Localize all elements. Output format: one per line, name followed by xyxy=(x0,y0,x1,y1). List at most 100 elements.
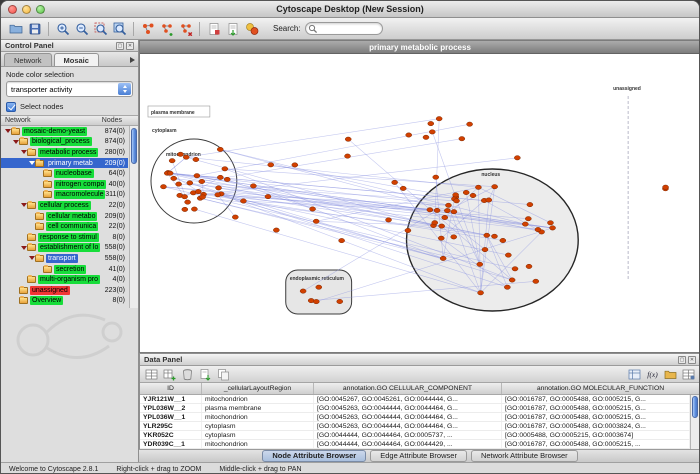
network-node[interactable] xyxy=(193,157,199,161)
network-node[interactable] xyxy=(268,163,274,167)
close-window-button[interactable] xyxy=(8,5,17,14)
network-node[interactable] xyxy=(200,195,206,199)
column-header[interactable]: _cellularLayoutRegion xyxy=(202,383,314,394)
tab-scroll-arrow-icon[interactable] xyxy=(130,57,135,63)
delete-attribute-button[interactable] xyxy=(180,367,195,381)
network-node[interactable] xyxy=(500,238,506,242)
tree-expand-arrow-icon[interactable] xyxy=(20,203,27,207)
network-node[interactable] xyxy=(345,137,351,141)
network-node[interactable] xyxy=(160,185,166,189)
copy-attributes-button[interactable] xyxy=(216,367,231,381)
network-node[interactable] xyxy=(527,202,533,206)
import-attributes-button[interactable] xyxy=(198,367,213,381)
network-node[interactable] xyxy=(194,174,200,178)
network-node[interactable] xyxy=(451,235,457,239)
network-node[interactable] xyxy=(470,193,476,197)
network-node[interactable] xyxy=(169,159,175,163)
vizmapper-button[interactable] xyxy=(242,20,261,38)
close-panel-icon[interactable]: ✕ xyxy=(126,42,134,50)
destroy-network-button[interactable] xyxy=(176,20,195,38)
table-row[interactable]: YJR121W__1mitochondrion[GO:0045267, GO:0… xyxy=(140,395,690,404)
zoom-in-button[interactable] xyxy=(53,20,72,38)
network-node[interactable] xyxy=(337,299,343,303)
network-node[interactable] xyxy=(535,227,541,231)
network-node[interactable] xyxy=(475,185,481,189)
tree-scrollbar-thumb[interactable] xyxy=(131,128,137,164)
tree-expand-arrow-icon[interactable] xyxy=(4,129,11,133)
table-row[interactable]: YKR052Ccytoplasm[GO:0044444, GO:0044464,… xyxy=(140,431,690,440)
network-node[interactable] xyxy=(484,233,490,237)
network-node[interactable] xyxy=(400,186,406,190)
network-node[interactable] xyxy=(454,199,460,203)
network-node[interactable] xyxy=(486,198,492,202)
tree-expand-arrow-icon[interactable] xyxy=(20,246,27,250)
network-node[interactable] xyxy=(482,247,488,251)
network-node[interactable] xyxy=(463,190,469,194)
network-node[interactable] xyxy=(273,228,279,232)
tab-edge-attribute-browser[interactable]: Edge Attribute Browser xyxy=(370,450,467,462)
formula-builder-button[interactable]: f(x) xyxy=(645,367,660,381)
tree-row[interactable]: unassigned223(0) xyxy=(1,285,128,296)
float-panel-icon[interactable]: ▢ xyxy=(678,356,686,364)
network-node[interactable] xyxy=(547,221,553,225)
annotation-button-1[interactable] xyxy=(204,20,223,38)
select-nodes-checkbox[interactable] xyxy=(6,102,16,112)
network-node[interactable] xyxy=(477,262,483,266)
column-header[interactable]: annotation.GO MOLECULAR_FUNCTION xyxy=(502,383,700,394)
select-attributes-button[interactable] xyxy=(144,367,159,381)
tree-row[interactable]: cellular process22(0) xyxy=(1,200,128,211)
network-node[interactable] xyxy=(663,185,669,189)
zoom-selected-region-button[interactable] xyxy=(91,20,110,38)
network-node[interactable] xyxy=(526,264,532,268)
network-node[interactable] xyxy=(438,236,444,240)
float-panel-icon[interactable]: ▢ xyxy=(116,42,124,50)
network-node[interactable] xyxy=(217,175,223,179)
network-node[interactable] xyxy=(434,208,440,212)
tab-network-attribute-browser[interactable]: Network Attribute Browser xyxy=(471,450,578,462)
network-node[interactable] xyxy=(300,289,306,293)
network-node[interactable] xyxy=(453,193,459,197)
tree-row[interactable]: primary metab209(0) xyxy=(1,158,128,169)
new-network-from-selection-button[interactable] xyxy=(157,20,176,38)
network-node[interactable] xyxy=(187,181,193,185)
column-header[interactable]: ID xyxy=(140,383,202,394)
zoom-window-button[interactable] xyxy=(36,5,45,14)
network-node[interactable] xyxy=(522,222,528,226)
tab-mosaic[interactable]: Mosaic xyxy=(54,53,99,66)
network-node[interactable] xyxy=(444,208,450,212)
network-canvas[interactable]: plasma membrane cytoplasm mitochondrion … xyxy=(140,54,700,352)
network-node[interactable] xyxy=(316,285,322,289)
tree-row[interactable]: establishment of lo558(0) xyxy=(1,243,128,254)
network-node[interactable] xyxy=(216,186,222,190)
minimize-window-button[interactable] xyxy=(22,5,31,14)
network-node[interactable] xyxy=(183,155,189,159)
network-node[interactable] xyxy=(509,278,515,282)
close-panel-icon[interactable]: ✕ xyxy=(688,356,696,364)
tree-row[interactable]: transport558(0) xyxy=(1,253,128,264)
network-node[interactable] xyxy=(250,184,256,188)
network-node[interactable] xyxy=(550,226,556,230)
open-attribute-file-button[interactable] xyxy=(663,367,678,381)
network-node[interactable] xyxy=(310,207,316,211)
network-node[interactable] xyxy=(406,133,412,137)
tree-row[interactable]: cell communica22(0) xyxy=(1,221,128,232)
create-attribute-button[interactable] xyxy=(162,367,177,381)
network-canvas-svg[interactable]: plasma membrane cytoplasm mitochondrion … xyxy=(140,54,700,352)
open-session-button[interactable] xyxy=(6,20,25,38)
network-node[interactable] xyxy=(436,117,442,121)
network-node[interactable] xyxy=(313,219,319,223)
network-node[interactable] xyxy=(222,167,228,171)
network-node[interactable] xyxy=(224,177,230,181)
network-node[interactable] xyxy=(171,176,177,180)
zoom-fit-button[interactable] xyxy=(110,20,129,38)
tab-network[interactable]: Network xyxy=(4,53,52,66)
network-node[interactable] xyxy=(191,207,197,211)
tree-row[interactable]: metabolic process280(0) xyxy=(1,147,128,158)
tree-scrollbar[interactable] xyxy=(129,126,138,308)
tree-row[interactable]: secretion41(0) xyxy=(1,264,128,275)
network-node[interactable] xyxy=(433,175,439,179)
network-node[interactable] xyxy=(491,234,497,238)
tree-row[interactable]: response to stimul8(0) xyxy=(1,232,128,243)
tab-node-attribute-browser[interactable]: Node Attribute Browser xyxy=(262,450,366,462)
network-node[interactable] xyxy=(533,279,539,283)
